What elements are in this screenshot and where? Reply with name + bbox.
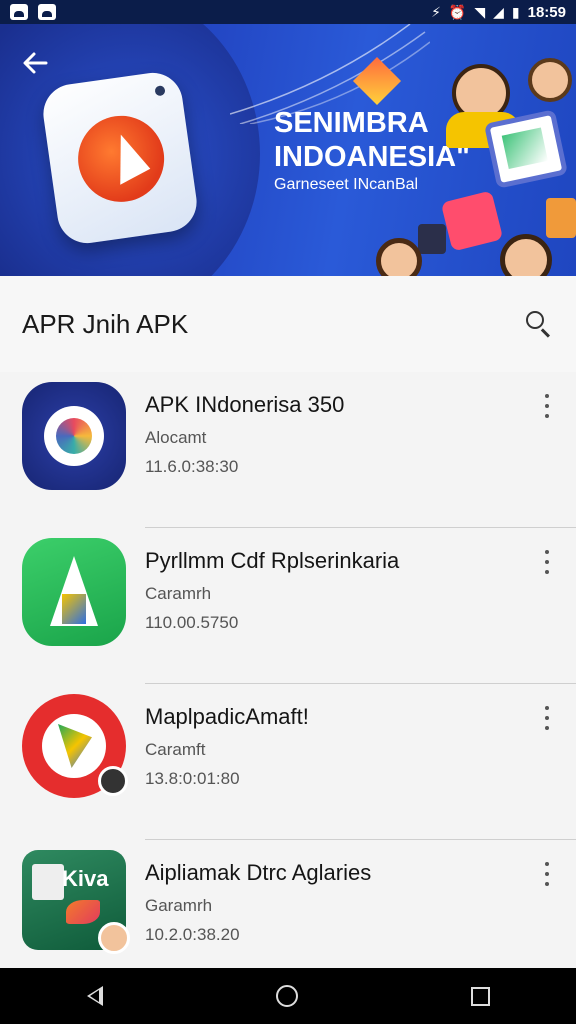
notification-icons: [10, 4, 56, 20]
home-circle-icon: [275, 985, 298, 1007]
play-logo-icon: [72, 110, 170, 208]
app-developer: Garamrh: [145, 896, 213, 915]
search-icon: [526, 311, 544, 329]
more-options-button[interactable]: [540, 550, 554, 574]
game-card-illustration: [440, 190, 504, 252]
app-name: Pyrllmm Cdf Rplserinkaria: [145, 548, 400, 573]
app-version: 13.8:0:01:80: [145, 769, 240, 788]
app-version: 110.00.5750: [145, 613, 239, 632]
back-button[interactable]: [20, 48, 56, 84]
app-icon: [22, 694, 128, 802]
app-developer: Alocamt: [145, 428, 207, 447]
status-time: 18:59: [527, 3, 566, 21]
more-options-button[interactable]: [540, 706, 554, 730]
chat-bubble-icon: [22, 382, 126, 490]
recents-square-icon: [470, 986, 490, 1006]
battery-icon: ▮: [511, 3, 520, 20]
more-options-button[interactable]: [540, 394, 554, 418]
app-name: APK INdonerisa 350: [145, 392, 345, 417]
banner-subtitle: Garneseet INcanBal: [274, 176, 419, 193]
arrow-left-icon: [23, 52, 48, 74]
app-developer: Caramrh: [145, 584, 212, 603]
nav-back-button[interactable]: [86, 986, 103, 1006]
app-icon: [22, 538, 126, 646]
search-button[interactable]: [524, 309, 554, 339]
app-icon-logo-text: Kiva: [62, 866, 109, 891]
search-icon-handle: [541, 328, 550, 338]
tablet-illustration: [483, 109, 569, 189]
camera-dot: [154, 85, 166, 97]
back-triangle-icon: [86, 986, 103, 1006]
app-bar: APR Jnih APK: [0, 276, 576, 372]
featured-app-icon: [39, 69, 201, 247]
page-title: APR Jnih APK: [22, 308, 189, 339]
nav-recents-button[interactable]: [470, 986, 490, 1006]
box-illustration: [546, 198, 576, 238]
app-version: 10.2.0:38.20: [145, 925, 240, 944]
app-developer: Caramft: [145, 740, 206, 759]
alarm-icon: ⏰: [448, 3, 467, 20]
app-icon: [22, 382, 126, 490]
app-icon: Kiva: [22, 850, 130, 958]
banner-title: SENIMBRA INDOANESIA": [274, 106, 470, 174]
nav-home-button[interactable]: [275, 985, 298, 1007]
signal-icon: ◢: [493, 3, 504, 20]
vibrate-icon: ⚡: [431, 3, 441, 20]
list-item[interactable]: MaplpadicAmaft! Caramft 13.8:0:01:80: [0, 684, 576, 840]
banner-title-line1: SENIMBRA: [274, 107, 429, 139]
app-version: 11.6.0:38:30: [145, 457, 239, 476]
app-name: Aipliamak Dtrc Aglaries: [145, 860, 372, 885]
phone-illustration: [418, 224, 446, 254]
letter-a-icon: [22, 538, 126, 646]
character-illustration: [528, 58, 572, 102]
system-nav-bar: [0, 968, 576, 1024]
more-options-button[interactable]: [540, 862, 554, 886]
status-bar: ⚡ ⏰ ◥ ◢ ▮ 18:59: [0, 0, 576, 24]
character-illustration: [376, 238, 422, 276]
header-banner: SENIMBRA INDOANESIA" Garneseet INcanBal: [0, 24, 576, 276]
image-notification-icon: [10, 4, 28, 20]
app-name: MaplpadicAmaft!: [145, 704, 309, 729]
image-notification-icon: [38, 4, 56, 20]
banner-title-line2: INDOANESIA": [274, 141, 470, 173]
app-list: APK INdonerisa 350 Alocamt 11.6.0:38:30 …: [0, 372, 576, 996]
wifi-icon: ◥: [474, 3, 486, 20]
maps-pin-icon: [22, 694, 128, 798]
list-item[interactable]: Pyrllmm Cdf Rplserinkaria Caramrh 110.00…: [0, 528, 576, 684]
list-item[interactable]: APK INdonerisa 350 Alocamt 11.6.0:38:30: [0, 372, 576, 528]
character-illustration: [500, 234, 552, 276]
game-app-icon: Kiva: [22, 850, 130, 954]
